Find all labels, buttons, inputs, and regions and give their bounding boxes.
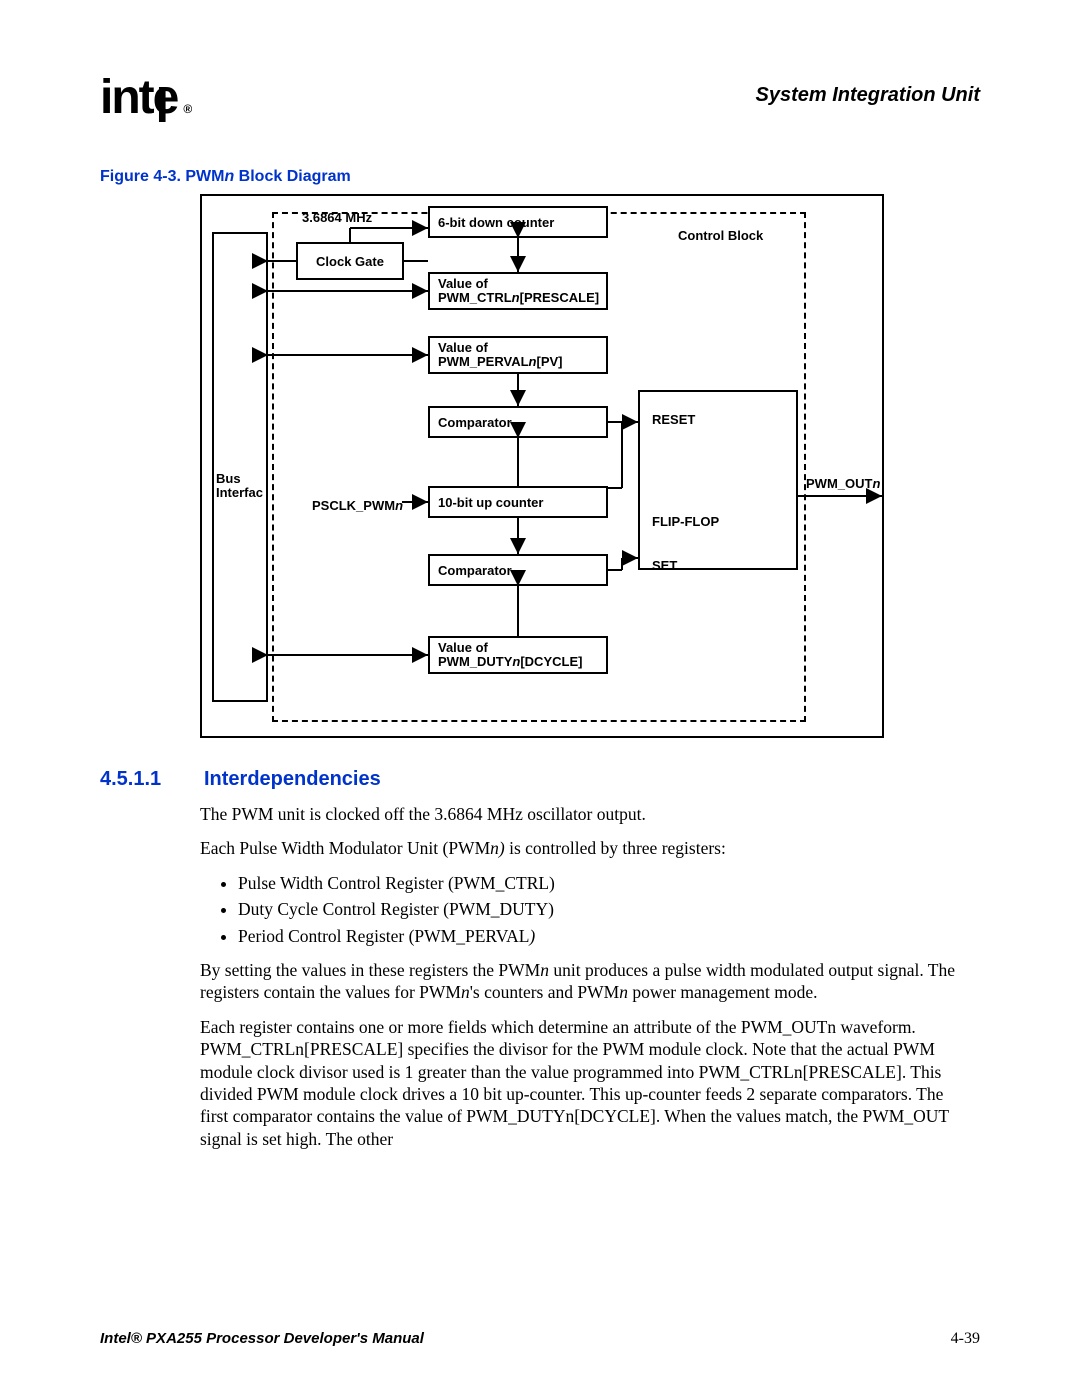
- psclk-label: PSCLK_PWMn: [312, 498, 403, 513]
- bus-interface-block: Bus Interfac: [212, 232, 268, 702]
- prescale-l2a: PWM_CTRL: [438, 290, 512, 305]
- register-list: Pulse Width Control Register (PWM_CTRL) …: [220, 872, 958, 947]
- pwm-out-label: PWM_OUTn: [806, 476, 880, 491]
- reset-label: RESET: [652, 412, 695, 427]
- perval-l1: Value of: [438, 340, 488, 355]
- bus-interface-label: Bus Interfac: [216, 472, 266, 500]
- dcycle-block: Value of PWM_DUTYn[DCYCLE]: [428, 636, 608, 674]
- up-counter-block: 10-bit up counter: [428, 486, 608, 518]
- figure-caption: Figure 4-3. PWMn Block Diagram: [100, 168, 980, 186]
- up-counter-label: 10-bit up counter: [438, 495, 543, 510]
- list-item: Duty Cycle Control Register (PWM_DUTY): [238, 898, 958, 920]
- page-footer: Intel® PXA255 Processor Developer's Manu…: [100, 1330, 980, 1348]
- perval-l2a: PWM_PERVAL: [438, 354, 529, 369]
- intel-logo: intel ®: [100, 70, 192, 125]
- footer-title: Intel® PXA255 Processor Developer's Manu…: [100, 1330, 424, 1347]
- perval-block: Value of PWM_PERVALn[PV]: [428, 336, 608, 374]
- prescale-block: Value of PWM_CTRLn[PRESCALE]: [428, 272, 608, 310]
- block-diagram: Bus Interfac 3.6864 MHz Clock Gate 6-bit…: [200, 194, 884, 738]
- dcycle-l1: Value of: [438, 640, 488, 655]
- prescale-l2b: n: [512, 290, 520, 305]
- page: intel ® System Integration Unit Figure 4…: [100, 0, 980, 1370]
- fig-caption-suffix: Block Diagram: [234, 168, 350, 185]
- clock-gate-block: Clock Gate: [296, 242, 404, 280]
- prescale-l1: Value of: [438, 276, 488, 291]
- list-item: Period Control Register (PWM_PERVAL): [238, 925, 958, 947]
- control-block-label: Control Block: [678, 228, 763, 243]
- section-number: 4.5.1.1: [100, 768, 200, 791]
- fig-caption-text: Figure 4-3. PWM: [100, 168, 224, 185]
- dcycle-l2a: PWM_DUTY: [438, 654, 512, 669]
- mhz-label: 3.6864 MHz: [302, 210, 372, 225]
- section-title: Interdependencies: [204, 768, 381, 790]
- clock-gate-label: Clock Gate: [316, 254, 384, 269]
- section-header: System Integration Unit: [756, 84, 980, 107]
- down-counter-block: 6-bit down counter: [428, 206, 608, 238]
- para-4: Each register contains one or more field…: [200, 1016, 960, 1150]
- dcycle-l2c: [DCYCLE]: [520, 654, 582, 669]
- set-label: SET: [652, 558, 677, 573]
- comp1-label: Comparator: [438, 415, 512, 430]
- section-body: The PWM unit is clocked off the 3.6864 M…: [100, 803, 980, 1150]
- perval-l2c: [PV]: [536, 354, 562, 369]
- comp2-label: Comparator: [438, 563, 512, 578]
- down-counter-label: 6-bit down counter: [438, 215, 554, 230]
- comparator1-block: Comparator: [428, 406, 608, 438]
- prescale-l2c: [PRESCALE]: [520, 290, 599, 305]
- section-heading: 4.5.1.1 Interdependencies: [100, 768, 980, 791]
- list-item: Pulse Width Control Register (PWM_CTRL): [238, 872, 958, 894]
- comparator2-block: Comparator: [428, 554, 608, 586]
- page-header: intel ® System Integration Unit: [100, 70, 980, 120]
- para-2: Each Pulse Width Modulator Unit (PWMn) i…: [200, 837, 960, 859]
- footer-page: 4-39: [951, 1330, 980, 1348]
- fig-caption-ital: n: [224, 168, 234, 185]
- para-3: By setting the values in these registers…: [200, 959, 960, 1004]
- flipflop-label: FLIP-FLOP: [652, 514, 719, 529]
- para-1: The PWM unit is clocked off the 3.6864 M…: [200, 803, 960, 825]
